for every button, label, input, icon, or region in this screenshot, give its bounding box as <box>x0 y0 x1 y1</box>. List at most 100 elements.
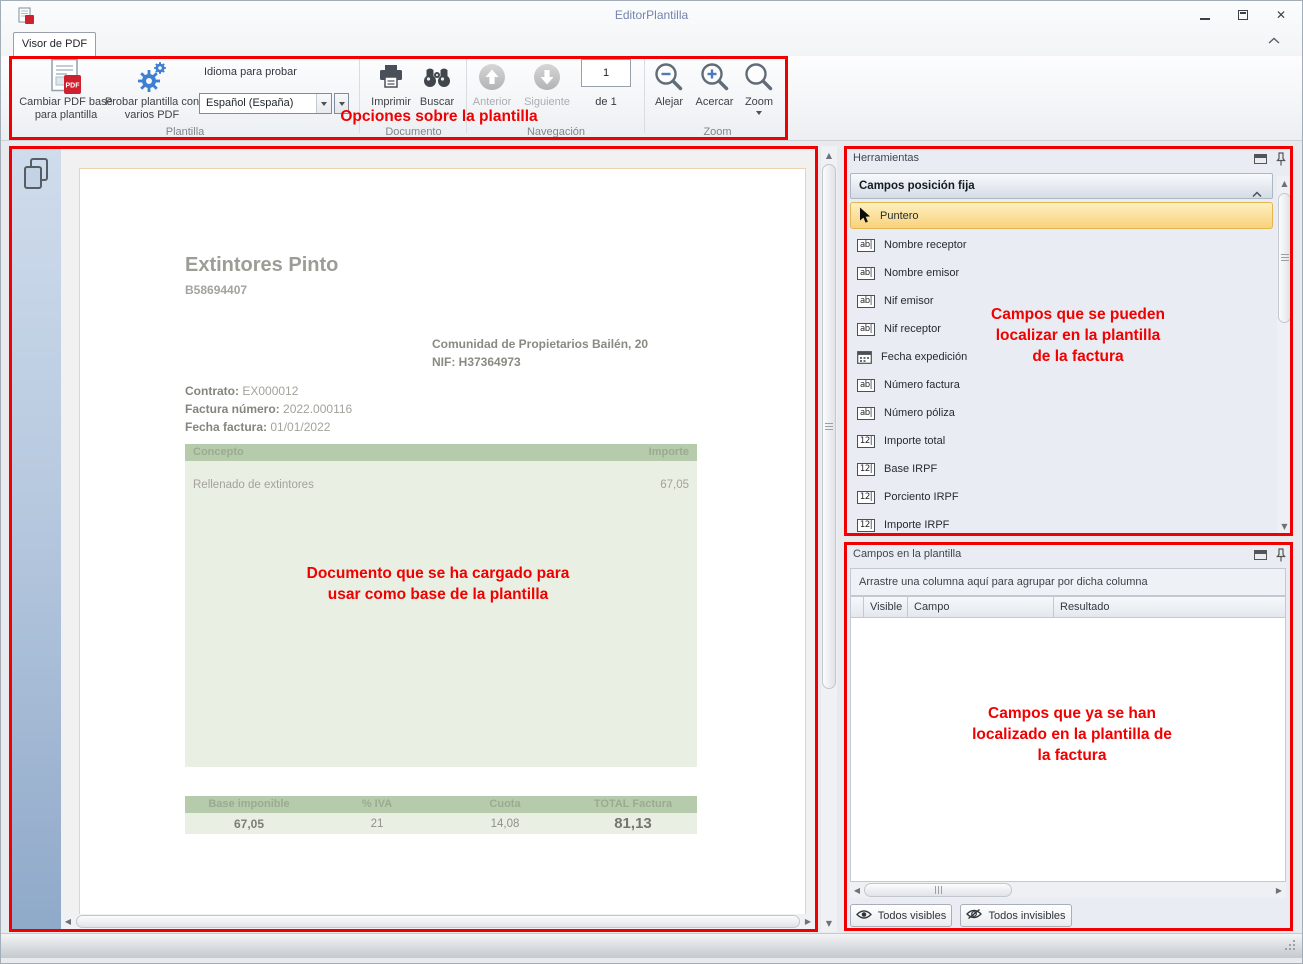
hscroll-thumb[interactable] <box>76 915 800 928</box>
resize-grip[interactable] <box>1284 939 1295 950</box>
totals-table-header: Base imponible % IVA Cuota TOTAL Factura <box>185 796 697 813</box>
fields-hscrollbar[interactable]: ◀ ▶ <box>850 882 1286 898</box>
column-header-resultado[interactable]: Resultado <box>1054 597 1285 617</box>
print-button[interactable]: Imprimir <box>365 58 417 108</box>
panel-pin-icon[interactable] <box>1276 152 1286 172</box>
zoom-dropdown-icon <box>756 111 762 115</box>
test-template-button[interactable]: Probar plantilla con varios PDF <box>99 58 205 122</box>
hscroll-thumb[interactable] <box>864 883 1012 897</box>
fields-table-header: Visible Campo Resultado <box>850 596 1286 618</box>
panel-restore-icon[interactable] <box>1254 154 1267 164</box>
fields-panel-title: Campos en la plantilla <box>853 548 962 560</box>
panel-pin-icon[interactable] <box>1276 548 1286 568</box>
all-invisible-label: Todos invisibles <box>988 909 1066 922</box>
minimize-button[interactable] <box>1198 8 1212 22</box>
document-hscrollbar[interactable]: ◀ ▶ <box>61 914 815 929</box>
tool-item-label: Nif receptor <box>884 323 941 335</box>
tool-item-importe-irpf[interactable]: Importe IRPF <box>850 511 1273 539</box>
printer-icon <box>377 58 405 95</box>
scroll-left-icon[interactable]: ◀ <box>850 882 864 898</box>
scroll-down-icon[interactable]: ▼ <box>1277 520 1292 533</box>
tool-item-nombre-receptor[interactable]: Nombre receptor <box>850 231 1273 259</box>
previous-page-button[interactable]: Anterior <box>467 58 517 108</box>
window-controls: ✕ <box>1198 8 1288 22</box>
zoom-in-label: Acercar <box>695 96 734 108</box>
tool-item-label: Número factura <box>884 379 960 391</box>
tool-item-label: Importe total <box>884 435 946 447</box>
section-campos-posicion-fija[interactable]: Campos posición fija <box>850 173 1273 199</box>
tool-item-label: Número póliza <box>884 407 955 419</box>
tool-item-label: Puntero <box>880 209 919 222</box>
tool-item-puntero[interactable]: Puntero <box>850 202 1273 229</box>
all-visible-button[interactable]: Todos visibles <box>850 904 952 927</box>
item-concept: Rellenado de extintores <box>193 479 314 491</box>
vscroll-thumb[interactable] <box>822 164 836 689</box>
annotation-document-text: Documento que se ha cargado para usar co… <box>306 565 570 603</box>
language-combobox[interactable]: Español (España) <box>199 93 332 114</box>
document-vscrollbar[interactable]: ▲ ▼ <box>821 146 837 932</box>
concept-column-header: Concepto <box>193 446 244 458</box>
items-table-header: Concepto Importe <box>185 444 697 461</box>
scroll-up-icon[interactable]: ▲ <box>1277 177 1292 190</box>
vscroll-thumb[interactable] <box>1278 193 1291 323</box>
zoom-in-button[interactable]: Acercar <box>691 58 738 108</box>
scroll-down-icon[interactable]: ▼ <box>821 916 837 930</box>
collapse-ribbon-chevron-icon[interactable] <box>1265 34 1283 48</box>
row-indicator-column <box>851 597 864 617</box>
gears-icon <box>134 58 170 95</box>
totals-value-base: 67,05 <box>233 816 265 831</box>
document-canvas[interactable]: Extintores Pinto B58694407 Comunidad de … <box>61 146 815 914</box>
column-header-visible[interactable]: Visible <box>864 597 908 617</box>
totals-header-iva: % IVA <box>361 798 393 810</box>
scroll-right-icon[interactable]: ▶ <box>801 914 815 929</box>
tool-item-numero-factura[interactable]: Número factura <box>850 371 1273 399</box>
language-label: Idioma para probar <box>204 66 297 78</box>
group-by-hint[interactable]: Arrastre una columna aquí para agrupar p… <box>850 568 1286 596</box>
pdf-viewer-area: Extintores Pinto B58694407 Comunidad de … <box>9 146 818 932</box>
all-invisible-button[interactable]: Todos invisibles <box>960 904 1072 927</box>
tool-item-importe-total[interactable]: Importe total <box>850 427 1273 455</box>
maximize-button[interactable] <box>1236 8 1250 22</box>
next-page-button[interactable]: Siguiente <box>520 58 574 108</box>
zoom-out-button[interactable]: Alejar <box>646 58 692 108</box>
tool-item-label: Porciento IRPF <box>884 491 959 503</box>
thumbnails-sidebar[interactable] <box>9 146 61 932</box>
tool-item-numero-poliza[interactable]: Número póliza <box>850 399 1273 427</box>
scroll-up-icon[interactable]: ▲ <box>821 148 837 162</box>
status-bar <box>1 933 1302 958</box>
textbox-icon <box>857 266 875 280</box>
scroll-left-icon[interactable]: ◀ <box>61 914 75 929</box>
totals-table-values: 67,05 21 14,08 81,13 <box>185 813 697 834</box>
tab-visor-de-pdf[interactable]: Visor de PDF <box>13 32 96 56</box>
tool-item-porciento-irpf[interactable]: Porciento IRPF <box>850 483 1273 511</box>
search-button[interactable]: Buscar <box>413 58 461 108</box>
tools-panel-title: Herramientas <box>853 152 920 164</box>
totals-header-total: TOTAL Factura <box>593 798 673 810</box>
eye-icon <box>855 909 872 923</box>
totals-header-cuota: Cuota <box>489 798 521 810</box>
invoice-company-cif: B58694407 <box>185 283 248 297</box>
panel-restore-icon[interactable] <box>1254 550 1267 560</box>
magnifier-icon <box>743 58 775 95</box>
amount-column-header: Importe <box>648 446 689 458</box>
zoom-menu-button[interactable]: Zoom <box>738 58 780 115</box>
scroll-right-icon[interactable]: ▶ <box>1272 882 1286 898</box>
tool-item-base-irpf[interactable]: Base IRPF <box>850 455 1273 483</box>
svg-text:PDF: PDF <box>66 83 81 90</box>
tools-vscrollbar[interactable]: ▲ ▼ <box>1277 176 1292 534</box>
textbox-icon <box>857 406 875 420</box>
column-header-campo[interactable]: Campo <box>908 597 1054 617</box>
pdf-page: Extintores Pinto B58694407 Comunidad de … <box>79 168 806 914</box>
arrow-up-circle-icon <box>478 58 506 95</box>
number-field-icon <box>857 490 875 504</box>
tool-item-label: Importe IRPF <box>884 519 950 531</box>
close-button[interactable]: ✕ <box>1274 8 1288 22</box>
tool-item-nombre-emisor[interactable]: Nombre emisor <box>850 259 1273 287</box>
page-number-input[interactable]: 1 <box>581 59 631 87</box>
tool-item-label: Nif emisor <box>884 295 934 307</box>
page-count-label: de 1 <box>595 96 617 108</box>
pages-panel-icon[interactable] <box>22 157 50 195</box>
textbox-icon <box>857 322 875 336</box>
magnifier-plus-icon <box>699 58 731 95</box>
window-title: EditorPlantilla <box>614 8 689 22</box>
